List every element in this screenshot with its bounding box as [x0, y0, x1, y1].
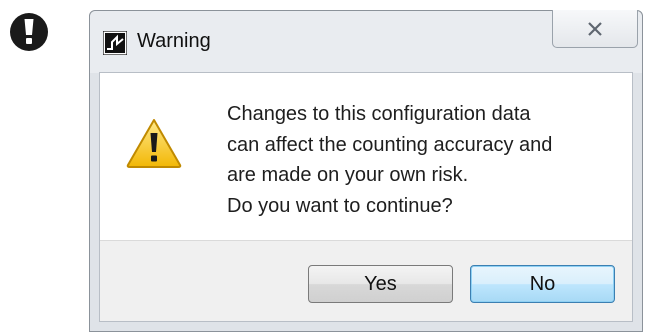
app-signal-icon	[103, 31, 127, 55]
close-button[interactable]	[552, 10, 638, 48]
dialog-body: Changes to this configuration data can a…	[99, 72, 633, 322]
yes-button[interactable]: Yes	[308, 265, 453, 303]
button-row: Yes No	[100, 240, 632, 321]
alert-badge	[10, 13, 48, 51]
no-button[interactable]: No	[470, 265, 615, 303]
warning-triangle-icon	[126, 119, 182, 168]
dialog-message: Changes to this configuration data can a…	[227, 103, 553, 217]
close-x-icon	[588, 21, 602, 36]
dialog-title: Warning	[137, 30, 211, 52]
message-area: Changes to this configuration data can a…	[100, 73, 632, 240]
warning-dialog: Warning Changes to this configuration da…	[89, 10, 643, 332]
exclamation-icon	[24, 19, 34, 44]
title-bar[interactable]: Warning	[90, 10, 642, 73]
